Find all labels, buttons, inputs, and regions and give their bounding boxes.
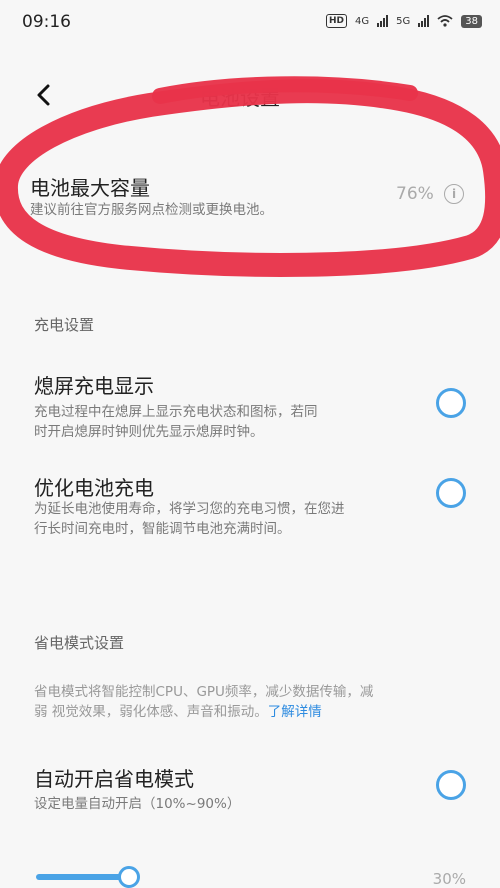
- status-icons: HD 4G 5G 38: [326, 14, 482, 28]
- wifi-icon: [437, 15, 453, 27]
- optimize-charging-desc-2: 行长时间充电时，智能调节电池充满时间。: [34, 521, 291, 537]
- power-saving-desc-2-text: 弱 视觉效果，弱化体感、声音和振动。: [34, 704, 268, 720]
- auto-power-saving-desc: 设定电量自动开启（10%~90%）: [34, 796, 241, 812]
- battery-capacity-desc: 建议前往官方服务网点检测或更换电池。: [30, 202, 273, 218]
- charging-display-title: 熄屏充电显示: [34, 374, 154, 398]
- battery-capacity-value: 76%: [396, 184, 434, 204]
- auto-power-saving-title: 自动开启省电模式: [34, 767, 194, 791]
- info-icon[interactable]: i: [444, 184, 464, 204]
- optimize-charging-toggle[interactable]: [436, 478, 466, 508]
- battery-level-slider-track[interactable]: [36, 874, 130, 880]
- charging-display-toggle[interactable]: [436, 388, 466, 418]
- power-saving-desc-2: 弱 视觉效果，弱化体感、声音和振动。了解详情: [34, 702, 322, 722]
- optimize-charging-title: 优化电池充电: [34, 476, 154, 500]
- signal-icon: [377, 15, 389, 27]
- battery-level-slider-thumb[interactable]: [118, 866, 140, 888]
- page-title: 电池设置: [200, 86, 280, 110]
- charging-display-desc-1: 充电过程中在熄屏上显示充电状态和图标，若同: [34, 404, 318, 420]
- network-5g-label: 5G: [396, 15, 411, 27]
- red-circle-annotation: [0, 76, 500, 277]
- learn-more-link[interactable]: 了解详情: [268, 704, 322, 720]
- battery-icon: 38: [461, 14, 482, 28]
- network-4g-label: 4G: [355, 15, 370, 27]
- battery-capacity-title: 电池最大容量: [30, 176, 150, 200]
- optimize-charging-desc-1: 为延长电池使用寿命，将学习您的充电习惯，在您进: [34, 501, 345, 517]
- auto-power-saving-toggle[interactable]: [436, 770, 466, 800]
- chevron-left-icon[interactable]: [30, 80, 60, 110]
- hd-icon: HD: [326, 14, 348, 28]
- signal-icon: [418, 15, 430, 27]
- charging-section-title: 充电设置: [34, 316, 95, 334]
- power-saving-section-title: 省电模式设置: [34, 634, 125, 652]
- power-saving-desc-1: 省电模式将智能控制CPU、GPU频率，减少数据传输，减: [34, 684, 374, 700]
- battery-level-slider-value: 30%: [432, 870, 466, 888]
- status-time: 09:16: [22, 12, 71, 32]
- charging-display-desc-2: 时开启熄屏时钟则优先显示熄屏时钟。: [34, 424, 264, 440]
